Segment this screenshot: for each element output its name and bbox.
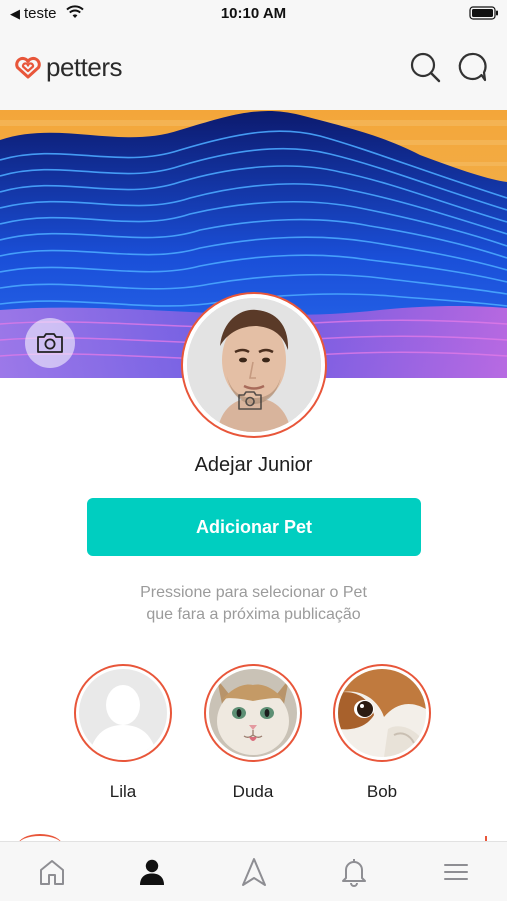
pet-name: Lila xyxy=(109,782,137,801)
pet-name: Bob xyxy=(366,782,398,801)
menu-icon xyxy=(444,864,468,880)
camera-icon xyxy=(37,333,63,353)
user-name: Adejar Junior xyxy=(194,454,313,476)
pet-item-lila[interactable]: Lila xyxy=(74,664,172,801)
pet-avatar[interactable] xyxy=(74,664,172,762)
navigate-icon xyxy=(242,858,266,886)
pet-name: Duda xyxy=(232,782,274,801)
profile-avatar[interactable] xyxy=(181,292,327,438)
pet-select-hint-line1: Pressione para selecionar o Pet xyxy=(140,584,367,601)
bottom-tab-bar xyxy=(0,841,507,901)
pet-item-duda[interactable]: Duda xyxy=(204,664,302,801)
change-cover-button[interactable] xyxy=(25,318,75,368)
change-avatar-camera-icon[interactable] xyxy=(237,390,263,412)
pet-avatar[interactable] xyxy=(204,664,302,762)
battery-icon xyxy=(469,6,498,20)
status-bar: ◀ teste 10:10 AM xyxy=(0,0,507,30)
heart-logo-icon xyxy=(15,56,41,78)
clock: 10:10 AM xyxy=(220,5,287,22)
pet-avatar[interactable] xyxy=(333,664,431,762)
logo-text: petters xyxy=(46,52,123,82)
app-header: petters xyxy=(0,30,507,110)
kitten-photo xyxy=(209,669,297,757)
tab-navigate[interactable] xyxy=(234,852,274,892)
profile-icon xyxy=(140,859,164,885)
chat-icon[interactable] xyxy=(455,50,489,84)
puppy-photo xyxy=(338,669,426,757)
tab-notifications[interactable] xyxy=(334,852,374,892)
tab-menu[interactable] xyxy=(436,852,476,892)
pet-select-hint-line2: que fara a próxima publicação xyxy=(146,606,361,623)
home-icon xyxy=(40,860,64,885)
bell-icon xyxy=(342,859,366,887)
petters-logo[interactable]: petters xyxy=(13,52,123,83)
search-icon[interactable] xyxy=(408,50,442,84)
add-pet-button[interactable]: Adicionar Pet xyxy=(87,498,421,556)
tab-home[interactable] xyxy=(32,852,72,892)
placeholder-avatar-icon xyxy=(79,669,167,757)
pet-item-bob[interactable]: Bob xyxy=(333,664,431,801)
tab-profile[interactable] xyxy=(132,852,172,892)
